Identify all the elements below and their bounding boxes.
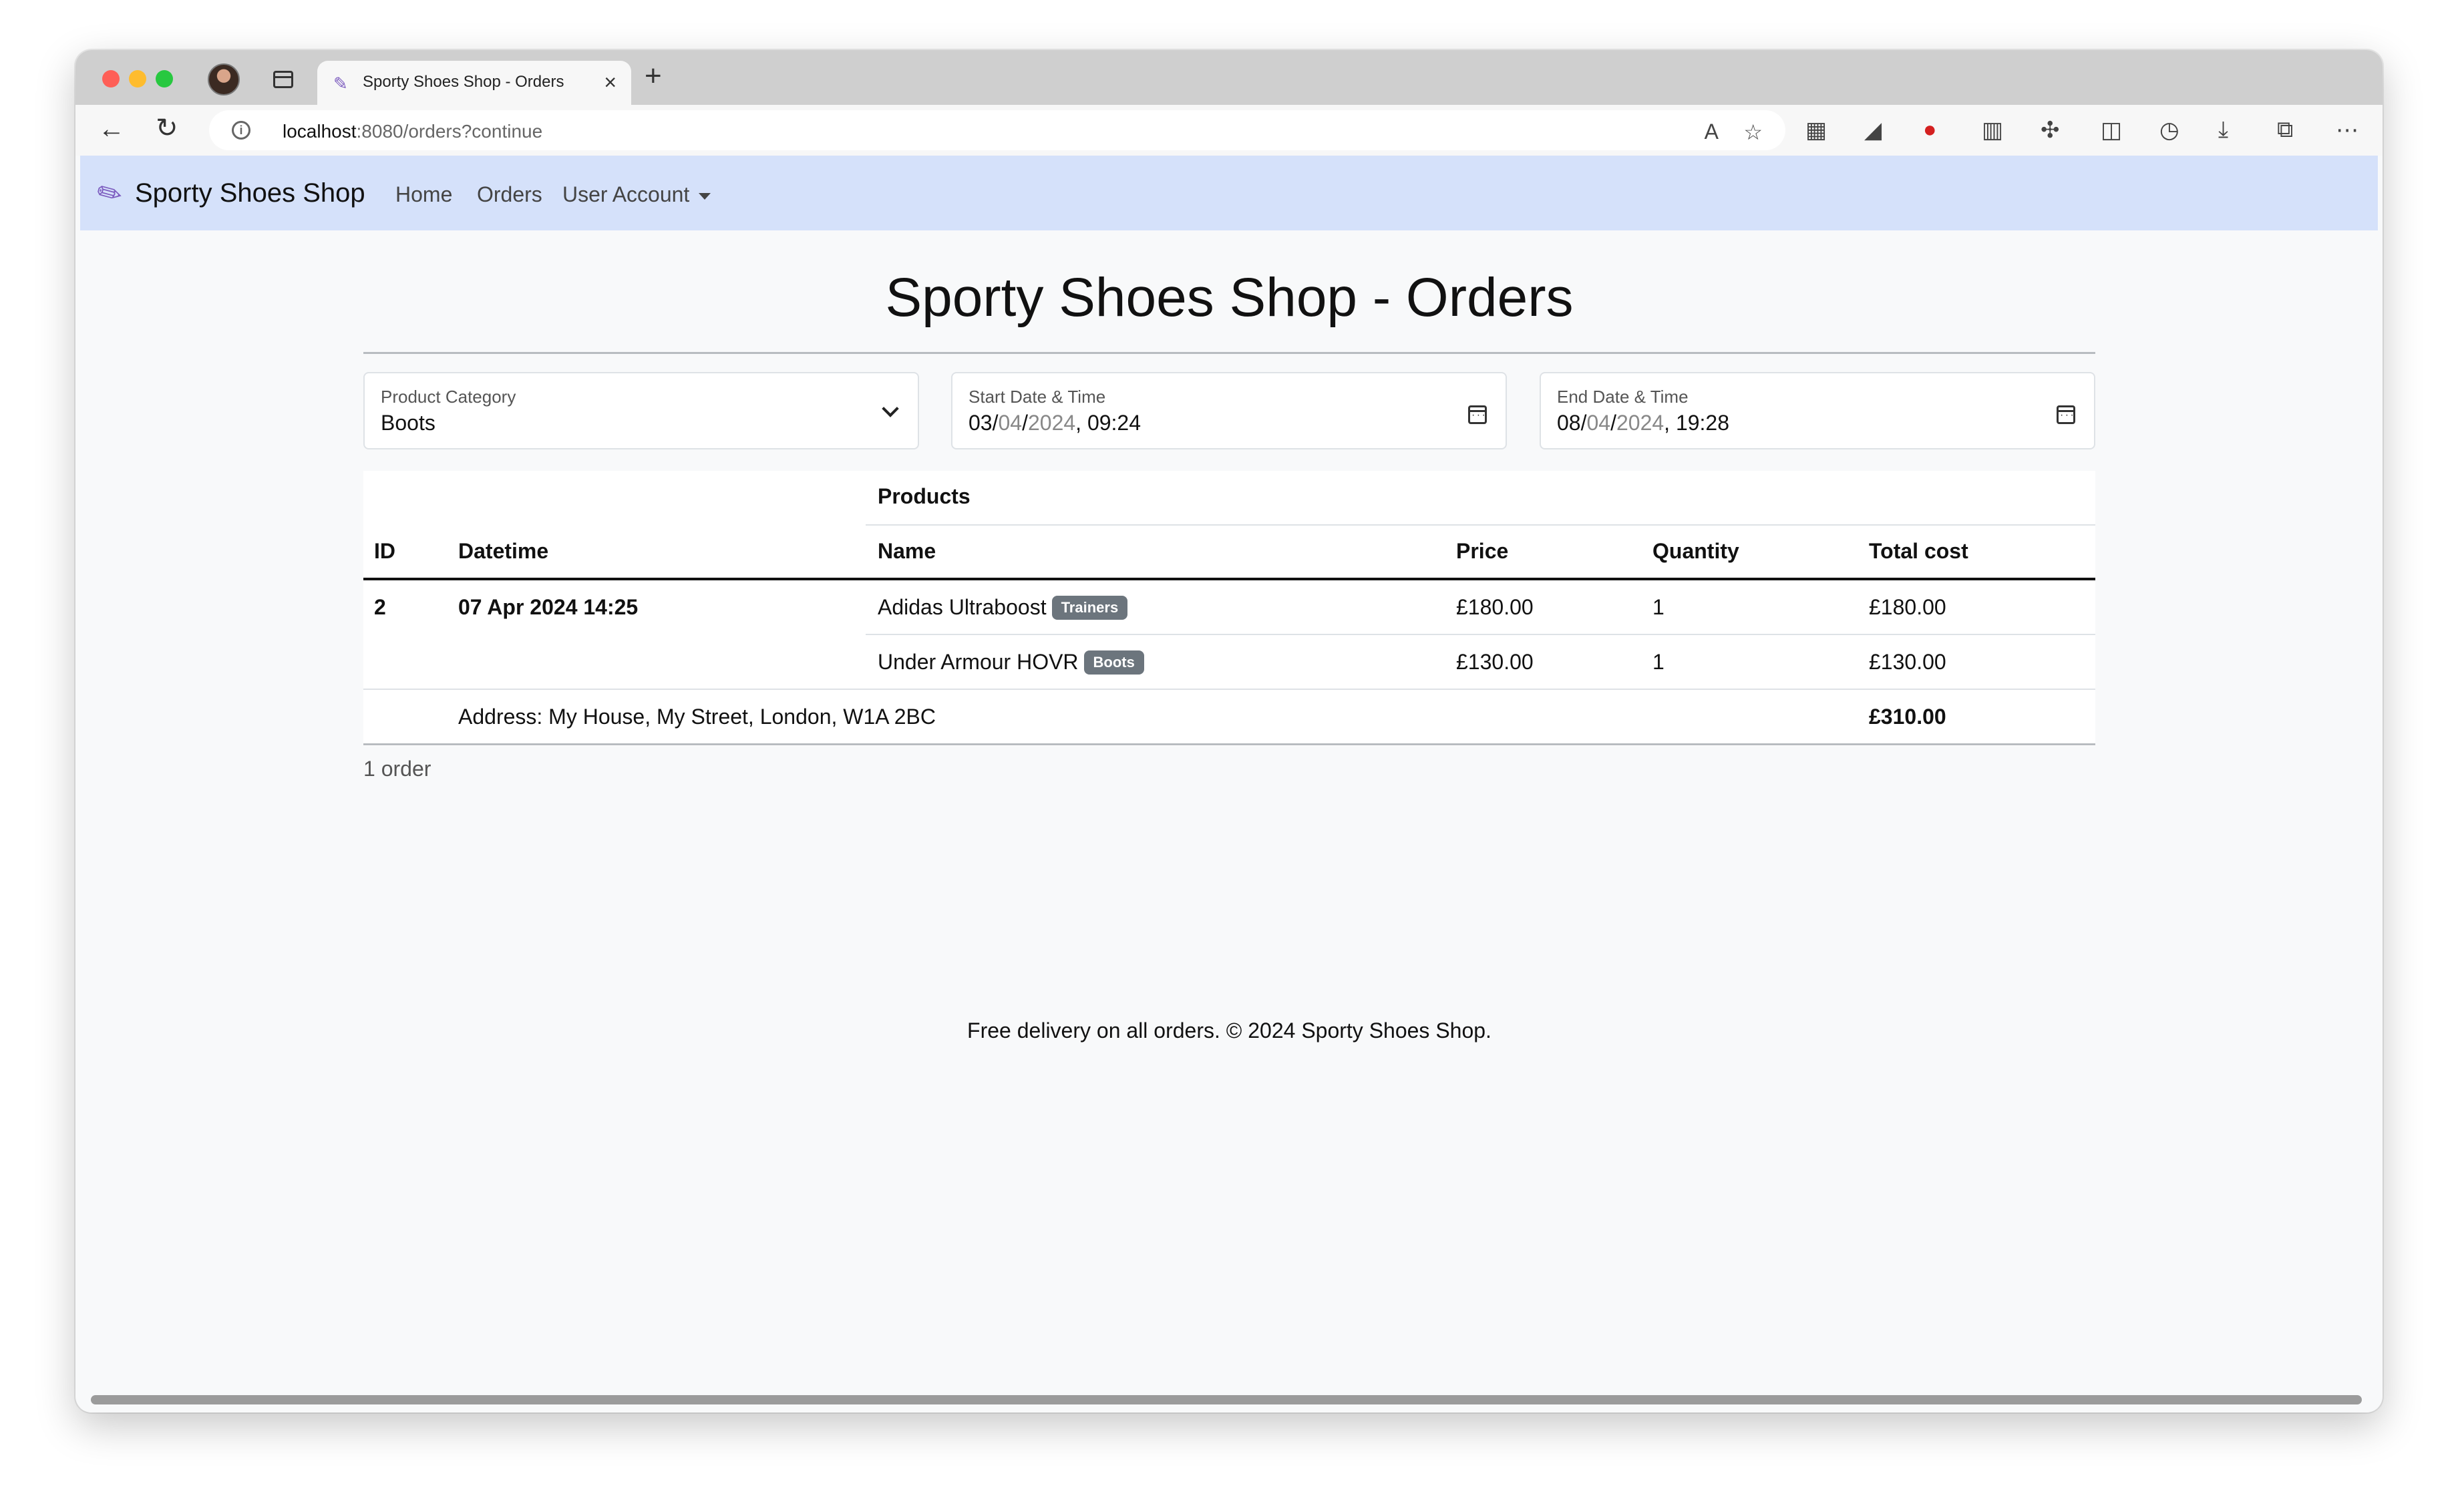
downloads-icon[interactable]: ⤓ — [2218, 117, 2228, 143]
header-divider — [866, 524, 2095, 526]
split-screen-icon[interactable]: ◫ — [2101, 117, 2122, 144]
close-tab-icon[interactable]: × — [604, 70, 617, 95]
category-label: Product Category — [381, 387, 516, 407]
favorite-star-icon[interactable]: ☆ — [1743, 120, 1763, 145]
table-row: Adidas Ultraboost Trainers — [878, 595, 1128, 621]
more-menu-icon[interactable]: ⋯ — [2336, 117, 2358, 144]
extension-shoe-icon[interactable]: ◢ — [1864, 117, 1882, 144]
col-header-datetime: Datetime — [458, 539, 549, 563]
caret-down-icon — [699, 192, 711, 200]
category-badge: Boots — [1083, 650, 1144, 675]
row-divider — [363, 689, 2095, 690]
calendar-icon[interactable] — [1468, 405, 1487, 424]
start-datetime-input[interactable]: Start Date & Time 03/04/2024, 09:24 — [951, 372, 1507, 449]
col-header-price: Price — [1456, 539, 1509, 563]
tab-title: Sporty Shoes Shop - Orders — [363, 73, 564, 91]
order-address: Address: My House, My Street, London, W1… — [458, 705, 936, 729]
address-bar[interactable]: i localhost:8080/orders?continue A ☆ — [209, 110, 1785, 150]
browser-window: ✎ Sporty Shoes Shop - Orders × + ← ↻ i l… — [75, 50, 2383, 1412]
minimize-window-button[interactable] — [129, 70, 146, 87]
order-datetime: 07 Apr 2024 14:25 — [458, 595, 639, 619]
table-bottom-rule — [363, 743, 2095, 745]
item-price: £180.00 — [1456, 595, 1534, 619]
category-badge: Trainers — [1051, 595, 1128, 620]
order-grand-total: £310.00 — [1869, 705, 1946, 729]
brand-link[interactable]: Sporty Shoes Shop — [135, 178, 365, 208]
page-viewport: ✎ Sporty Shoes Shop Home Orders User Acc… — [80, 156, 2378, 1412]
col-header-id: ID — [374, 539, 395, 563]
extension-qr-icon[interactable]: ▦ — [1805, 117, 1827, 144]
order-id: 2 — [374, 595, 386, 619]
horizontal-scrollbar[interactable] — [91, 1395, 2362, 1404]
page-title: Sporty Shoes Shop - Orders — [885, 267, 1574, 328]
maximize-window-button[interactable] — [156, 70, 173, 87]
nav-home[interactable]: Home — [395, 182, 452, 207]
read-aloud-icon[interactable]: A — [1705, 120, 1719, 144]
tab-bar: ✎ Sporty Shoes Shop - Orders × + — [75, 50, 2383, 105]
profile-avatar[interactable] — [208, 63, 240, 96]
browser-toolbar: ← ↻ i localhost:8080/orders?continue A ☆… — [75, 105, 2383, 156]
reload-icon[interactable]: ↻ — [156, 113, 178, 144]
site-info-icon[interactable]: i — [232, 121, 250, 140]
row-divider — [866, 634, 2095, 635]
col-header-quantity: Quantity — [1652, 539, 1739, 563]
col-header-total: Total cost — [1869, 539, 1968, 563]
item-quantity: 1 — [1652, 595, 1664, 619]
products-group-header: Products — [878, 484, 971, 508]
extension-trash-icon[interactable]: ▥ — [1982, 117, 2003, 144]
item-total: £180.00 — [1869, 595, 1946, 619]
start-label: Start Date & Time — [969, 387, 1106, 407]
extensions-icon[interactable]: ✣ — [2041, 117, 2060, 144]
screenshot-icon[interactable]: ⧉ — [2277, 117, 2293, 143]
start-value: 03/04/2024, 09:24 — [969, 411, 1142, 435]
shoe-icon: ✎ — [91, 174, 129, 214]
orders-table: Products ID Datetime Name Price Quantity… — [363, 471, 2095, 746]
category-value: Boots — [381, 411, 435, 435]
product-name: Adidas Ultraboost — [878, 595, 1047, 619]
new-tab-icon[interactable]: + — [645, 59, 662, 93]
chevron-down-icon — [882, 400, 899, 417]
tab-actions-icon[interactable] — [273, 71, 293, 88]
shoe-favicon-icon: ✎ — [333, 73, 348, 93]
col-header-name: Name — [878, 539, 936, 563]
end-label: End Date & Time — [1557, 387, 1689, 407]
history-icon[interactable]: ◷ — [2159, 117, 2179, 144]
item-total: £130.00 — [1869, 650, 1946, 674]
product-category-select[interactable]: Product Category Boots — [363, 372, 919, 449]
table-row: Under Armour HOVR Boots — [878, 650, 1144, 676]
close-window-button[interactable] — [102, 70, 120, 87]
header-bottom-rule — [363, 578, 2095, 580]
footer-text: Free delivery on all orders. © 2024 Spor… — [967, 1018, 1491, 1043]
nav-user-account-label: User Account — [562, 182, 690, 206]
divider — [363, 352, 2095, 354]
end-value: 08/04/2024, 19:28 — [1557, 411, 1730, 435]
order-count: 1 order — [363, 757, 431, 781]
url-text[interactable]: localhost:8080/orders?continue — [283, 121, 542, 142]
item-price: £130.00 — [1456, 650, 1534, 674]
item-quantity: 1 — [1652, 650, 1664, 674]
end-datetime-input[interactable]: End Date & Time 08/04/2024, 19:28 — [1540, 372, 2095, 449]
calendar-icon[interactable] — [2057, 405, 2075, 424]
back-icon[interactable]: ← — [98, 114, 125, 144]
nav-orders[interactable]: Orders — [477, 182, 542, 207]
product-name: Under Armour HOVR — [878, 650, 1079, 674]
extension-block-icon[interactable]: ● — [1923, 117, 1937, 143]
site-navbar: ✎ Sporty Shoes Shop Home Orders User Acc… — [80, 156, 2378, 230]
browser-tab[interactable]: ✎ Sporty Shoes Shop - Orders × — [317, 61, 631, 105]
nav-user-account-dropdown[interactable]: User Account — [562, 182, 711, 207]
